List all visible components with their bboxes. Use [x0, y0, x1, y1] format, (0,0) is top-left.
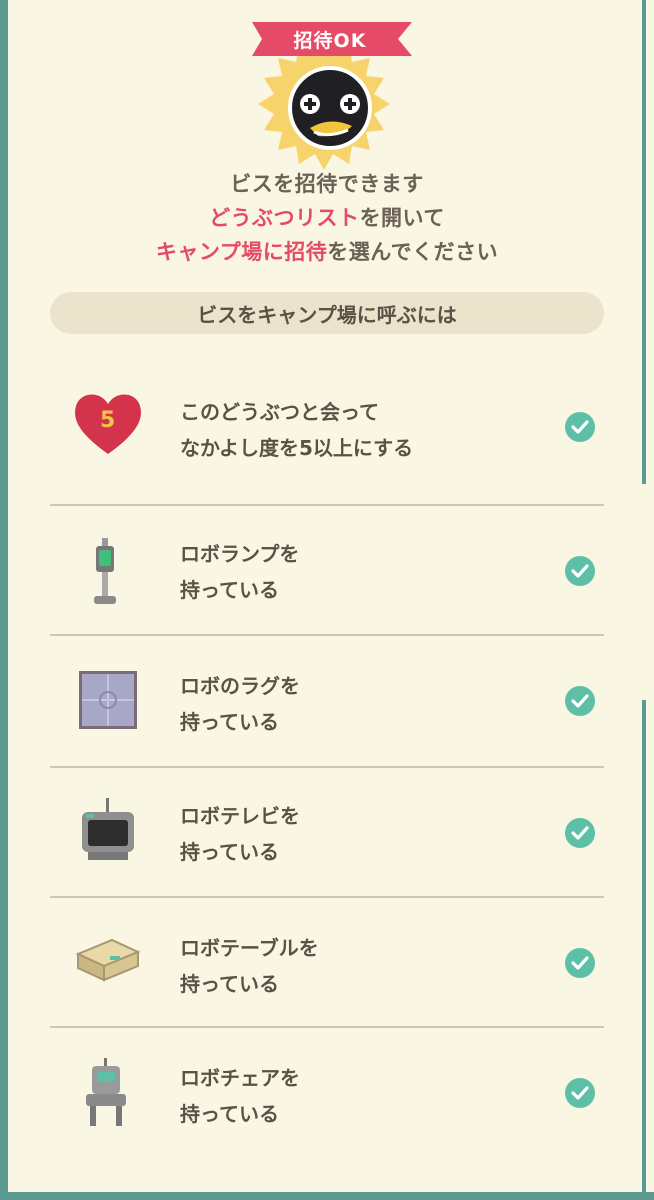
requirement-line-2: 持っている	[180, 840, 279, 864]
invite-ok-ribbon: 招待OK	[252, 22, 412, 56]
bottom-frame	[0, 1192, 654, 1200]
intro-line-3: キャンプ場に招待を選んでください	[0, 236, 654, 266]
friendship-level-number: 5	[100, 408, 116, 433]
requirement-text: ロボのラグを 持っている	[180, 668, 300, 740]
intro-line-2: どうぶつリストを開いて	[0, 202, 654, 232]
requirement-line-1: ロボのラグを	[180, 674, 300, 698]
check-icon	[565, 556, 595, 586]
check-icon	[565, 948, 595, 978]
check-icon	[565, 686, 595, 716]
requirement-text: ロボチェアを 持っている	[180, 1060, 300, 1132]
requirement-row-robo-tv: ロボテレビを 持っている	[50, 768, 604, 898]
section-title: ビスをキャンプ場に呼ぶには	[197, 302, 457, 327]
robo-rug-icon	[79, 671, 137, 729]
intro-line-1: ビスを招待できます	[0, 168, 654, 198]
requirement-line-1: ロボテーブルを	[180, 936, 319, 960]
robo-lamp-icon	[94, 538, 116, 604]
requirement-line-2: なかよし度を5以上にする	[180, 436, 414, 460]
requirement-text: このどうぶつと会って なかよし度を5以上にする	[180, 394, 413, 466]
requirement-line-2: 持っている	[180, 578, 279, 602]
intro-line-3-rest: を選んでください	[327, 240, 499, 264]
robo-tv-icon	[82, 798, 134, 860]
requirement-line-1: ロボランプを	[180, 542, 300, 566]
requirement-text: ロボテーブルを 持っている	[180, 930, 319, 1002]
requirement-row-robo-lamp: ロボランプを 持っている	[50, 506, 604, 636]
invite-ok-label: 招待OK	[293, 29, 367, 52]
animal-list-link: どうぶつリスト	[209, 206, 360, 230]
requirement-line-1: ロボチェアを	[180, 1066, 300, 1090]
intro-line-2-rest: を開いて	[359, 206, 445, 230]
villager-face-icon	[288, 66, 372, 150]
requirement-text: ロボランプを 持っている	[180, 536, 299, 608]
requirement-row-robo-rug: ロボのラグを 持っている	[50, 636, 604, 768]
requirement-text: ロボテレビを 持っている	[180, 798, 300, 870]
check-icon	[565, 818, 595, 848]
requirement-line-2: 持っている	[180, 710, 279, 734]
check-icon	[565, 1078, 595, 1108]
requirement-row-robo-table: ロボテーブルを 持っている	[50, 898, 604, 1028]
section-header: ビスをキャンプ場に呼ぶには	[50, 292, 604, 334]
requirement-line-1: このどうぶつと会って	[180, 400, 379, 424]
intro-line-1-text: ビスを招待できます	[230, 172, 424, 196]
robo-chair-icon	[86, 1058, 126, 1126]
invite-to-camp-link: キャンプ場に招待	[155, 240, 328, 264]
requirement-row-friendship: 5 このどうぶつと会って なかよし度を5以上にする	[50, 350, 604, 506]
requirement-row-robo-chair: ロボチェアを 持っている	[50, 1028, 604, 1158]
requirement-line-1: ロボテレビを	[180, 804, 300, 828]
requirement-line-2: 持っている	[180, 972, 279, 996]
invite-badge: 招待OK	[250, 18, 412, 170]
robo-table-icon	[75, 938, 141, 982]
requirement-line-2: 持っている	[180, 1102, 279, 1126]
check-icon	[565, 412, 595, 442]
